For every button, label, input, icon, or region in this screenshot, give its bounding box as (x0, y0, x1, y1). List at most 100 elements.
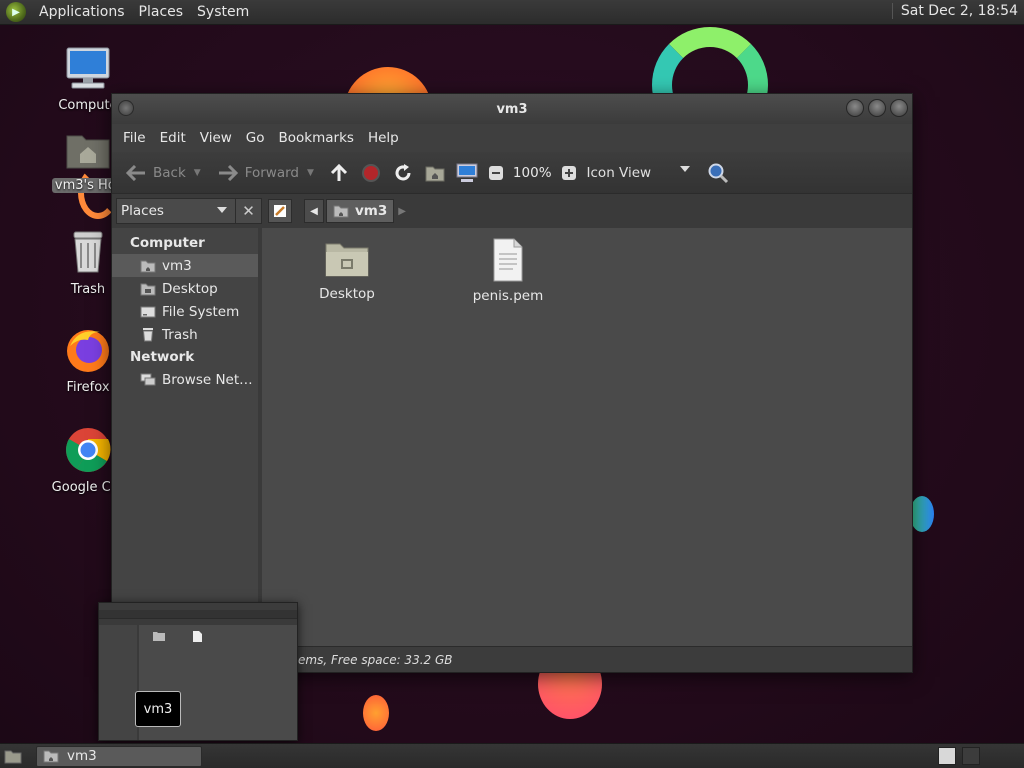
firefox-icon (67, 330, 109, 372)
workspace-1[interactable] (938, 747, 956, 765)
zoom-in-icon (558, 162, 580, 184)
home-folder-icon (43, 749, 59, 763)
chrome-icon (66, 428, 111, 472)
decoration-small-orange (363, 695, 389, 731)
menu-bar: File Edit View Go Bookmarks Help (112, 124, 912, 152)
trash-icon (73, 231, 103, 273)
places-sidebar: Computer vm3 Desktop File System Trash N… (112, 228, 262, 648)
menu-applications[interactable]: Applications (32, 4, 132, 20)
reload-icon (392, 162, 414, 184)
file-name: Desktop (319, 286, 375, 302)
sidebar-item-trash[interactable]: Trash (112, 323, 258, 346)
file-manager-window: vm3 File Edit View Go Bookmarks Help Bac… (111, 93, 913, 673)
window-preview-thumbnail[interactable]: vm3 (98, 602, 298, 741)
forward-arrow-icon (217, 162, 239, 184)
sidebar-item-label: vm3 (162, 257, 192, 274)
home-folder-icon (333, 205, 349, 218)
file-view[interactable]: Desktop penis.pem (262, 228, 912, 648)
text-file-icon (493, 238, 523, 282)
sidebar-item-label: Desktop (162, 280, 218, 297)
computer-icon (66, 47, 110, 89)
show-desktop-button[interactable] (2, 746, 24, 766)
sidebar-item-file-system[interactable]: File System (112, 300, 258, 323)
view-mode-label: Icon View (586, 164, 652, 181)
stop-button[interactable] (355, 158, 387, 188)
back-button[interactable]: Back ▼ (120, 158, 206, 188)
sidebar-selector[interactable]: Places ✕ (116, 198, 262, 224)
home-folder-icon (424, 162, 446, 184)
close-sidebar-icon[interactable]: ✕ (235, 198, 261, 224)
sidebar-item-vm3[interactable]: vm3 (112, 254, 258, 277)
sidebar-heading-computer: Computer (130, 235, 205, 251)
stop-icon (360, 162, 382, 184)
distro-logo-icon[interactable]: ▶ (6, 2, 26, 22)
edit-icon (274, 205, 286, 217)
sidebar-item-label: Browse Net… (162, 371, 253, 388)
decoration-blue-blob (910, 496, 934, 532)
maximize-button[interactable] (868, 99, 886, 117)
preview-folder-icon (153, 632, 165, 641)
computer-icon (456, 162, 478, 184)
chevron-down-icon (679, 165, 690, 172)
trash-icon (140, 327, 156, 343)
close-button[interactable] (890, 99, 908, 117)
forward-label: Forward (244, 164, 299, 181)
home-folder-icon (140, 258, 156, 274)
menu-system[interactable]: System (190, 4, 256, 20)
preview-menu-bar (99, 603, 297, 610)
window-title: vm3 (496, 101, 528, 117)
top-panel: ▶ Applications Places System Sat Dec 2, … (0, 0, 1024, 25)
zoom-in-button[interactable] (556, 158, 582, 188)
zoom-out-icon (485, 162, 507, 184)
view-mode-select[interactable]: Icon View (582, 158, 694, 188)
computer-button[interactable] (451, 158, 483, 188)
zoom-out-button[interactable] (483, 158, 509, 188)
reload-button[interactable] (387, 158, 419, 188)
file-name: penis.pem (472, 288, 544, 304)
menu-edit[interactable]: Edit (153, 130, 193, 146)
file-item-desktop-folder[interactable]: Desktop (297, 238, 397, 302)
preview-sidebar (99, 625, 137, 740)
taskbar-item-label: vm3 (67, 748, 97, 764)
menu-bookmarks[interactable]: Bookmarks (272, 130, 361, 146)
search-icon (707, 162, 729, 184)
chevron-down-icon (217, 207, 227, 213)
home-folder-icon (66, 135, 110, 169)
network-icon (140, 372, 156, 388)
preview-toolbar (99, 610, 297, 619)
forward-button[interactable]: Forward ▼ (212, 158, 319, 188)
title-bar[interactable]: vm3 (112, 94, 912, 124)
preview-file-icon (193, 631, 202, 642)
forward-history-chevron-icon[interactable]: ▼ (307, 168, 314, 178)
folder-icon (325, 243, 369, 277)
back-label: Back (153, 164, 186, 181)
menu-file[interactable]: File (116, 130, 153, 146)
menu-go[interactable]: Go (239, 130, 272, 146)
location-bar: Places ✕ ◀ vm3 ▶ (112, 194, 912, 228)
menu-view[interactable]: View (193, 130, 239, 146)
minimize-button[interactable] (846, 99, 864, 117)
breadcrumb-scroll-left[interactable]: ◀ (304, 199, 324, 223)
breadcrumb-vm3[interactable]: vm3 (326, 199, 395, 223)
menu-help[interactable]: Help (361, 130, 406, 146)
up-arrow-icon (328, 162, 350, 184)
workspace-2[interactable] (962, 747, 980, 765)
window-menu-button[interactable] (118, 100, 134, 116)
zoom-level[interactable]: 100% (513, 165, 552, 181)
show-desktop-icon (4, 750, 22, 764)
sidebar-heading-network: Network (130, 349, 195, 365)
back-history-chevron-icon[interactable]: ▼ (194, 168, 201, 178)
taskbar-item-vm3[interactable]: vm3 (36, 745, 202, 767)
search-button[interactable] (702, 158, 734, 188)
home-button[interactable] (419, 158, 451, 188)
sidebar-item-browse-network[interactable]: Browse Net… (112, 368, 258, 391)
chevron-right-icon[interactable]: ▶ (398, 206, 406, 217)
clock[interactable]: Sat Dec 2, 18:54 (891, 3, 1018, 19)
sidebar-item-desktop[interactable]: Desktop (112, 277, 258, 300)
up-button[interactable] (323, 158, 355, 188)
toggle-location-entry-button[interactable] (268, 199, 292, 223)
file-item-pem[interactable]: penis.pem (458, 238, 558, 304)
menu-places[interactable]: Places (132, 4, 191, 20)
breadcrumb-label: vm3 (355, 203, 388, 219)
sidebar-selector-label: Places (121, 203, 164, 219)
